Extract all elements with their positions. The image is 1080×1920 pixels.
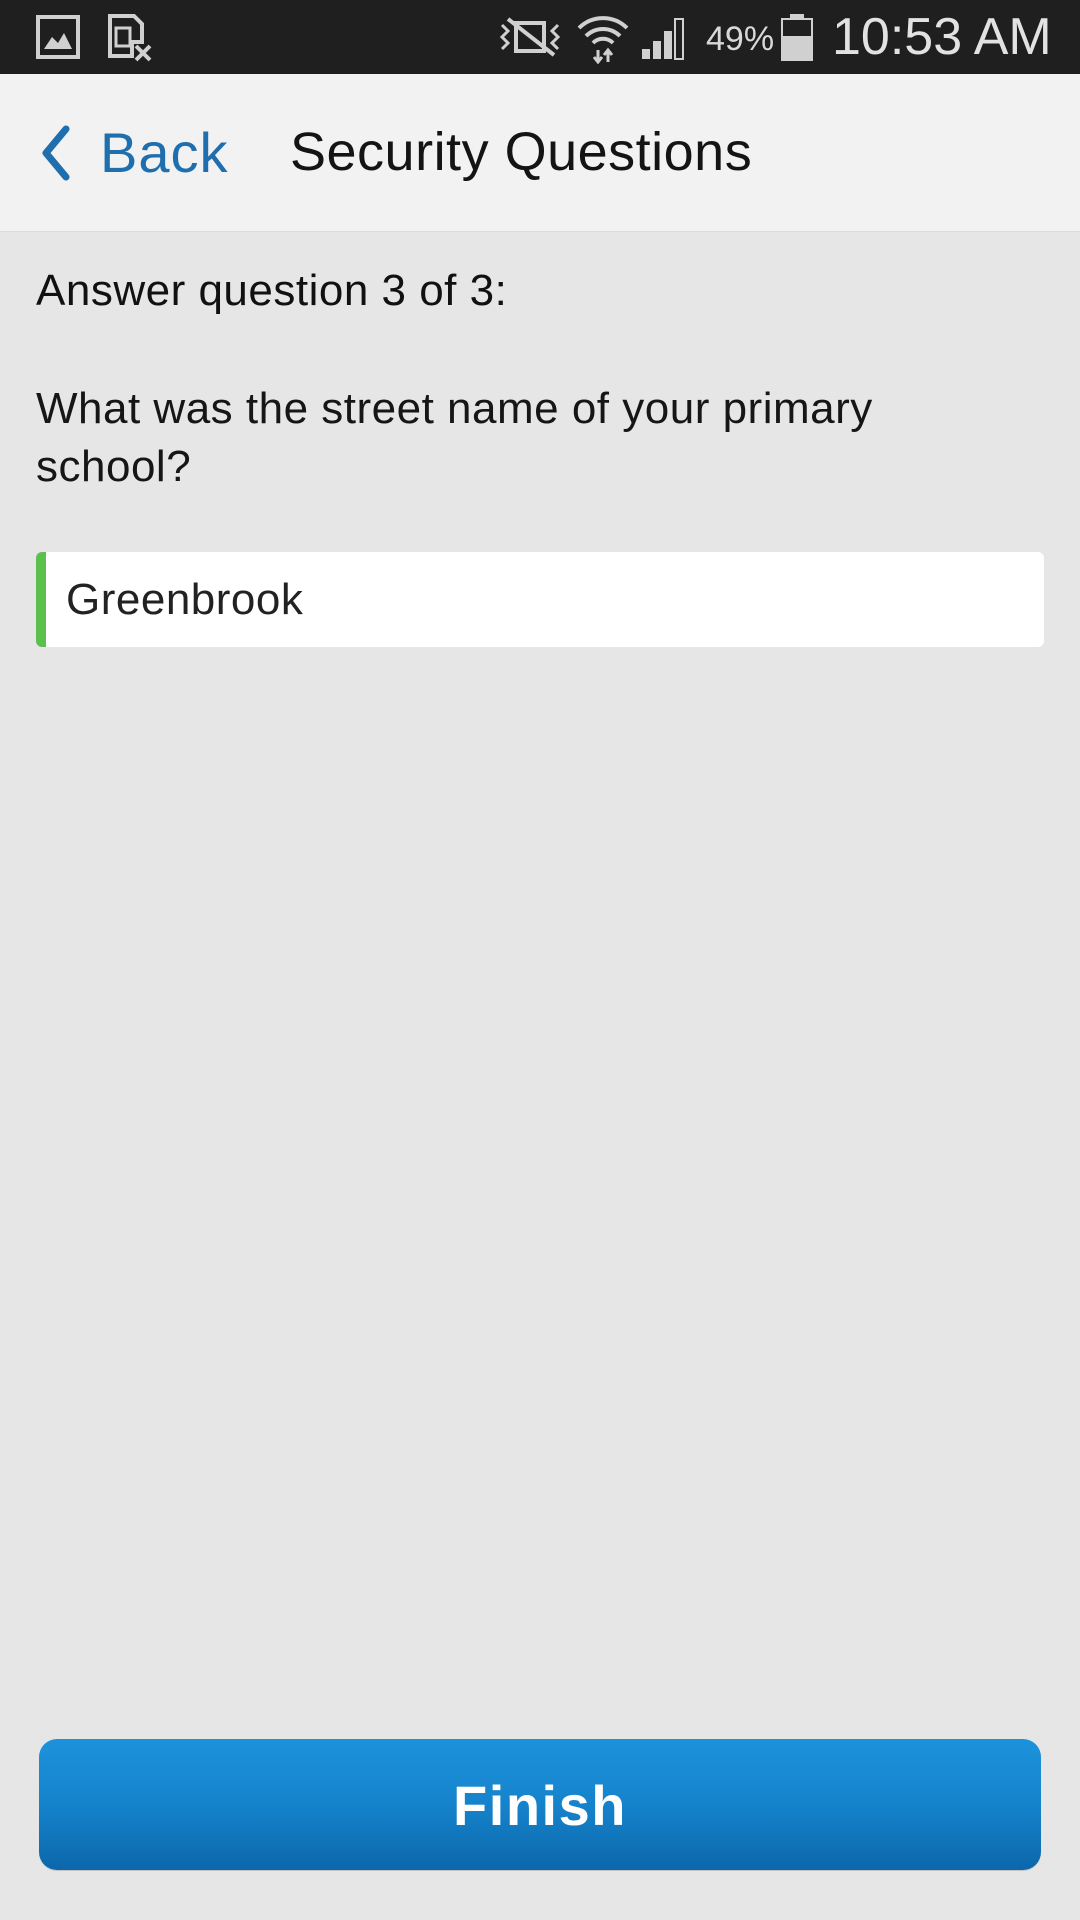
answer-field[interactable] (36, 552, 1044, 647)
vibrate-mute-icon (494, 0, 568, 74)
status-bar: 49% 10:53 AM (0, 0, 1080, 74)
battery-icon (780, 0, 814, 74)
back-label: Back (100, 121, 229, 184)
back-button[interactable]: Back (38, 74, 229, 231)
battery-percent: 49% (706, 20, 775, 58)
security-question: What was the street name of your primary… (36, 384, 873, 491)
chevron-left-icon (38, 125, 80, 181)
wifi-icon (576, 0, 630, 74)
navigation-header: Back Security Questions (0, 74, 1080, 232)
page-title: Security Questions (290, 122, 753, 182)
gallery-icon (36, 0, 80, 74)
question-progress: Answer question 3 of 3: (36, 266, 508, 315)
cell-signal-icon (640, 0, 690, 74)
answer-input[interactable] (46, 552, 1044, 647)
clock: 10:53 AM (832, 8, 1052, 66)
sim-card-icon (106, 0, 154, 74)
finish-button[interactable]: Finish (39, 1739, 1041, 1870)
